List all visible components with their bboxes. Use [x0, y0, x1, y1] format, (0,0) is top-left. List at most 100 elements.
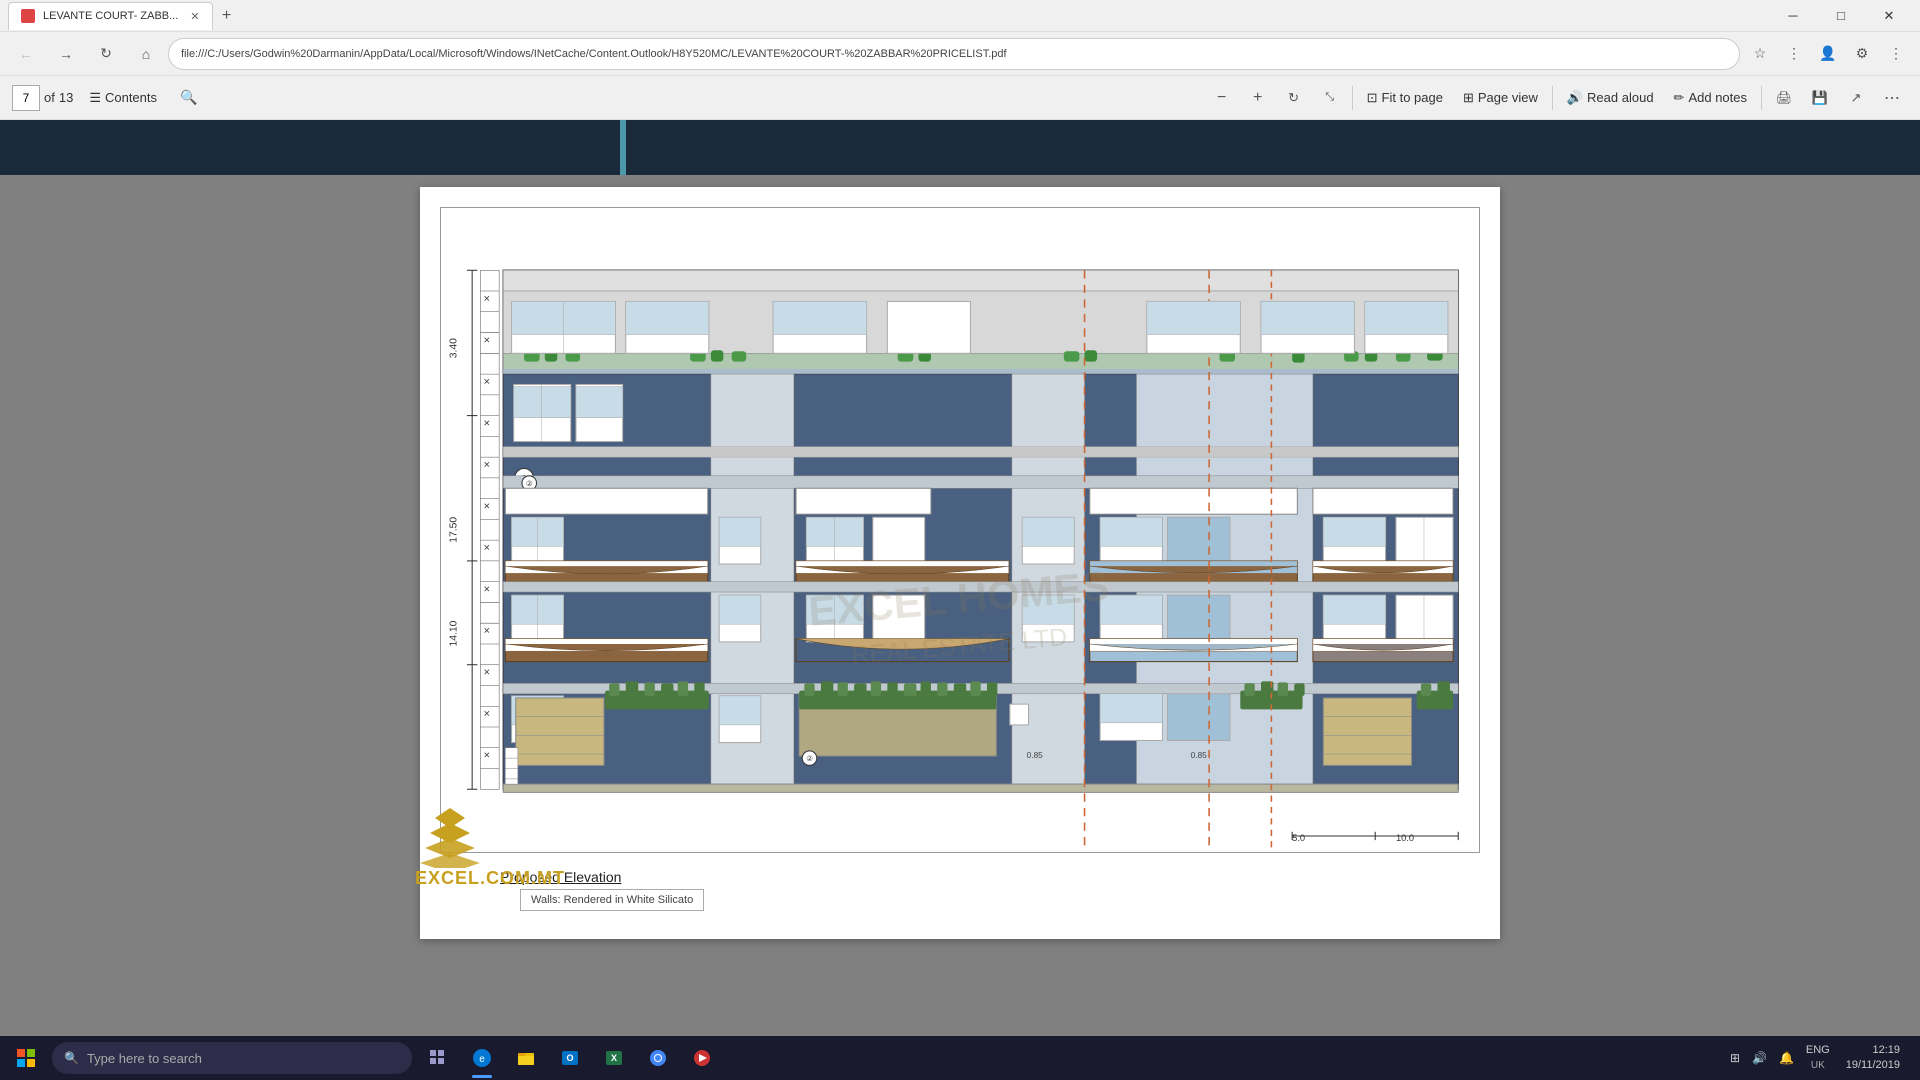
clock-date: 19/11/2019 [1846, 1058, 1900, 1073]
new-tab-button[interactable]: + [213, 2, 241, 30]
svg-text:✕: ✕ [483, 626, 490, 636]
taskbar-explorer-button[interactable] [504, 1036, 548, 1080]
svg-text:X: X [611, 1053, 617, 1063]
drawing-title: Proposed Elevation [500, 869, 1420, 885]
maximize-button[interactable]: □ [1818, 0, 1864, 32]
building-elevation-drawing: 3.40 17.50 14.10 [440, 207, 1480, 853]
svg-text:✕: ✕ [483, 501, 490, 511]
pdf-header-strip [0, 120, 1920, 175]
search-placeholder-text: Type here to search [87, 1051, 202, 1066]
media-icon [692, 1048, 712, 1068]
fit-width-button[interactable]: ⤡ [1314, 82, 1346, 114]
toolbar-separator [1352, 86, 1353, 110]
favorites-button[interactable]: ☆ [1744, 38, 1776, 70]
toolbar-separator-2 [1552, 86, 1553, 110]
contents-icon: ☰ [89, 90, 101, 106]
menu-button[interactable]: ⋮ [1880, 38, 1912, 70]
caption-box: Walls: Rendered in White Silicato [520, 889, 704, 911]
more-tools-button[interactable]: ⋯ [1876, 82, 1908, 114]
home-button[interactable]: ⌂ [128, 36, 164, 72]
browser-frame: LEVANTE COURT- ZABB... ✕ + ─ □ ✕ ← → ↻ ⌂… [0, 0, 1920, 1080]
taskbar-chrome-button[interactable] [636, 1036, 680, 1080]
add-notes-button[interactable]: ✏ Add notes [1666, 82, 1755, 114]
svg-text:0.85: 0.85 [1191, 750, 1208, 760]
excel-logo: EXCEL.COM.MT [415, 803, 635, 889]
collections-button[interactable]: ⋮ [1778, 38, 1810, 70]
task-view-button[interactable] [416, 1036, 460, 1080]
zoom-out-button[interactable]: − [1206, 82, 1238, 114]
back-button[interactable]: ← [8, 36, 44, 72]
page-of-label: of [44, 90, 55, 105]
fit-to-page-button[interactable]: ⊡ Fit to page [1359, 82, 1451, 114]
page-view-button[interactable]: ⊞ Page view [1455, 82, 1546, 114]
svg-text:3.40: 3.40 [449, 338, 460, 358]
svg-text:14.10: 14.10 [449, 620, 460, 646]
pdf-header-inner [525, 120, 1395, 175]
header-accent [620, 120, 626, 175]
taskbar: 🔍 Type here to search e [0, 1036, 1920, 1080]
language-indicator[interactable]: ENG UK [1802, 1043, 1834, 1072]
caption-area: Walls: Rendered in White Silicato [500, 889, 1420, 911]
nav-bar: ← → ↻ ⌂ file:///C:/Users/Godwin%20Darman… [0, 32, 1920, 76]
system-clock[interactable]: 12:19 19/11/2019 [1838, 1043, 1908, 1074]
pdf-page: EXCEL.COM.MT 3.40 17.50 14.10 [420, 187, 1500, 939]
pdf-search-button[interactable]: 🔍 [173, 82, 205, 114]
svg-text:✕: ✕ [483, 293, 490, 303]
logo-text-main: EXCEL.COM.MT [415, 868, 565, 889]
minimize-button[interactable]: ─ [1770, 0, 1816, 32]
tab-close-button[interactable]: ✕ [190, 10, 199, 23]
excel-app-icon: X [604, 1048, 624, 1068]
taskbar-search-bar[interactable]: 🔍 Type here to search [52, 1042, 412, 1074]
profile-button[interactable]: 👤 [1812, 38, 1844, 70]
svg-text:②: ② [526, 479, 533, 488]
taskbar-media-button[interactable] [680, 1036, 724, 1080]
add-notes-label: Add notes [1688, 90, 1747, 105]
pdf-tab-icon [21, 9, 35, 23]
save-button[interactable]: 💾 [1804, 82, 1836, 114]
share-button[interactable]: ↗ [1840, 82, 1872, 114]
close-button[interactable]: ✕ [1866, 0, 1912, 32]
network-icon[interactable]: ⊞ [1726, 1051, 1744, 1065]
taskbar-edge-button[interactable]: e [460, 1036, 504, 1080]
lang-text: ENG [1806, 1043, 1830, 1058]
taskbar-system-tray: ⊞ 🔊 🔔 ENG UK 12:19 19/11/2019 [1726, 1043, 1916, 1074]
notification-icon[interactable]: 🔔 [1775, 1051, 1798, 1065]
print-button[interactable]: 🖨 [1768, 82, 1800, 114]
svg-text:②: ② [806, 754, 813, 763]
svg-text:O: O [566, 1053, 573, 1063]
svg-text:10.0: 10.0 [1396, 833, 1414, 843]
extensions-button[interactable]: ⚙ [1846, 38, 1878, 70]
taskbar-outlook-button[interactable]: O [548, 1036, 592, 1080]
read-aloud-icon: 🔊 [1567, 90, 1583, 106]
browser-tab[interactable]: LEVANTE COURT- ZABB... ✕ [8, 2, 213, 30]
address-bar[interactable]: file:///C:/Users/Godwin%20Darmanin/AppDa… [168, 38, 1740, 70]
logo-graphic [415, 803, 490, 868]
svg-text:e: e [479, 1054, 485, 1065]
chrome-icon [648, 1048, 668, 1068]
svg-text:17.50: 17.50 [449, 517, 460, 543]
svg-text:✕: ✕ [483, 750, 490, 760]
contents-button[interactable]: ☰ Contents [81, 86, 165, 110]
svg-text:0.85: 0.85 [1027, 750, 1044, 760]
task-view-icon [430, 1050, 446, 1066]
svg-text:✕: ✕ [483, 376, 490, 386]
forward-button[interactable]: → [48, 36, 84, 72]
svg-text:✕: ✕ [483, 709, 490, 719]
refresh-button[interactable]: ↻ [88, 36, 124, 72]
page-view-label: Page view [1478, 90, 1538, 105]
caption-text: Walls: Rendered in White Silicato [531, 894, 693, 906]
fit-to-page-label: Fit to page [1382, 90, 1443, 105]
title-bar-controls: ─ □ ✕ [1770, 0, 1912, 32]
taskbar-excel-button[interactable]: X [592, 1036, 636, 1080]
url-text: file:///C:/Users/Godwin%20Darmanin/AppDa… [181, 48, 1727, 60]
tab-area: LEVANTE COURT- ZABB... ✕ + [8, 0, 241, 31]
tab-title: LEVANTE COURT- ZABB... [43, 10, 178, 22]
speaker-icon[interactable]: 🔊 [1748, 1051, 1771, 1065]
region-text: UK [1806, 1059, 1830, 1073]
read-aloud-button[interactable]: 🔊 Read aloud [1559, 82, 1662, 114]
start-button[interactable] [4, 1036, 48, 1080]
page-number-input[interactable]: 7 [12, 85, 40, 111]
edge-icon: e [472, 1048, 492, 1068]
rotate-button[interactable]: ↻ [1278, 82, 1310, 114]
zoom-in-button[interactable]: + [1242, 82, 1274, 114]
